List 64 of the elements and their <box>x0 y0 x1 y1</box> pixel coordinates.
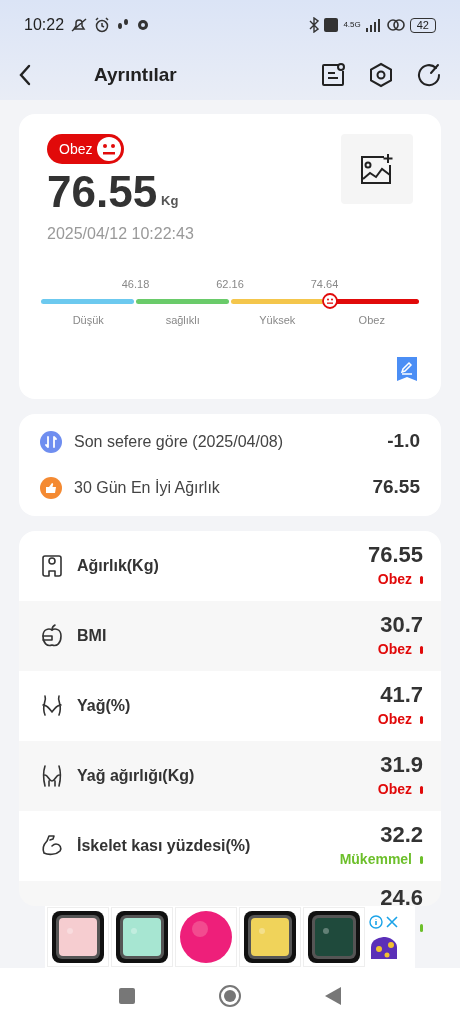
battery-indicator: 42 <box>409 17 436 33</box>
comparison-value: -1.0 <box>387 429 420 454</box>
metric-status: Obez <box>377 780 412 800</box>
hips-icon <box>40 762 64 789</box>
info-icon[interactable] <box>369 915 383 929</box>
apple-icon <box>40 622 64 649</box>
metric-status: Obez <box>377 640 412 660</box>
metric-status: Mükemmel <box>339 850 412 870</box>
metric-label: Yağ(%) <box>77 695 131 716</box>
waist-icon <box>40 692 64 719</box>
metric-row[interactable]: Ağırlık(Kg) 76.55 Obez <box>19 530 441 601</box>
status-badge: Obez <box>47 134 125 164</box>
refresh-icon[interactable] <box>416 62 442 88</box>
metric-value: 24.6 <box>380 884 423 906</box>
metric-row[interactable]: 24.6 <box>19 880 441 906</box>
threshold-label: 62.16 <box>216 277 244 292</box>
metric-label: BMI <box>77 625 107 646</box>
metric-value: 76.55 <box>367 541 423 570</box>
link-icon <box>386 18 405 32</box>
settings-icon[interactable] <box>368 62 394 88</box>
comparison-label: Son sefere göre (2025/04/08) <box>74 431 284 452</box>
metric-value: 32.2 <box>380 821 423 850</box>
scale-icon <box>40 552 64 579</box>
add-image-icon <box>360 153 394 185</box>
bell-off-icon <box>70 17 89 33</box>
comparison-label: 30 Gün En İyi Ağırlık <box>74 477 220 498</box>
home-button[interactable] <box>219 985 241 1007</box>
weight-value: 76.55 <box>47 166 158 218</box>
metric-label: Yağ ağırlığı(Kg) <box>77 765 195 786</box>
bluetooth-icon <box>309 17 320 33</box>
measurement-timestamp: 2025/04/12 10:22:43 <box>47 224 194 244</box>
metric-row[interactable]: Yağ(%) 41.7 Obez <box>19 670 441 741</box>
page-title: Ayrıntılar <box>94 62 177 87</box>
range-label: Yüksek <box>259 313 296 328</box>
range-label: Obez <box>358 313 385 328</box>
metric-status: Obez <box>377 710 412 730</box>
threshold-label: 74.64 <box>310 277 339 292</box>
comparison-value: 76.55 <box>372 475 420 500</box>
range-label: Düşük <box>72 313 104 328</box>
metric-status: Obez <box>377 570 412 590</box>
add-photo-button[interactable] <box>341 134 413 204</box>
metric-value: 41.7 <box>380 681 423 710</box>
arrows-icon <box>40 430 62 453</box>
metric-label: Ağırlık(Kg) <box>77 555 159 576</box>
threshold-label: 46.18 <box>121 277 150 292</box>
metric-row[interactable]: Yağ ağırlığı(Kg) 31.9 Obez <box>19 740 441 811</box>
alarm-icon <box>94 17 111 33</box>
ad-banner[interactable] <box>45 906 415 968</box>
gear-icon <box>136 18 151 32</box>
metric-value: 31.9 <box>380 751 423 780</box>
note-icon[interactable] <box>320 62 346 88</box>
back-nav-button[interactable] <box>325 987 341 1005</box>
metric-label: İskelet kası yüzdesi(%) <box>77 835 251 856</box>
metric-row[interactable]: İskelet kası yüzdesi(%) 32.2 Mükemmel <box>19 810 441 881</box>
status-time: 10:22 <box>24 15 65 35</box>
weight-unit: Kg <box>161 191 179 210</box>
close-icon[interactable] <box>385 915 399 929</box>
range-label: sağlıklı <box>165 313 200 328</box>
metric-row[interactable]: BMI 30.7 Obez <box>19 600 441 671</box>
edit-icon[interactable] <box>397 356 417 381</box>
metric-value: 30.7 <box>380 611 423 640</box>
thumbs-up-icon <box>40 476 62 499</box>
signal-icon <box>365 18 382 32</box>
network-type: 4.5G <box>343 21 361 29</box>
